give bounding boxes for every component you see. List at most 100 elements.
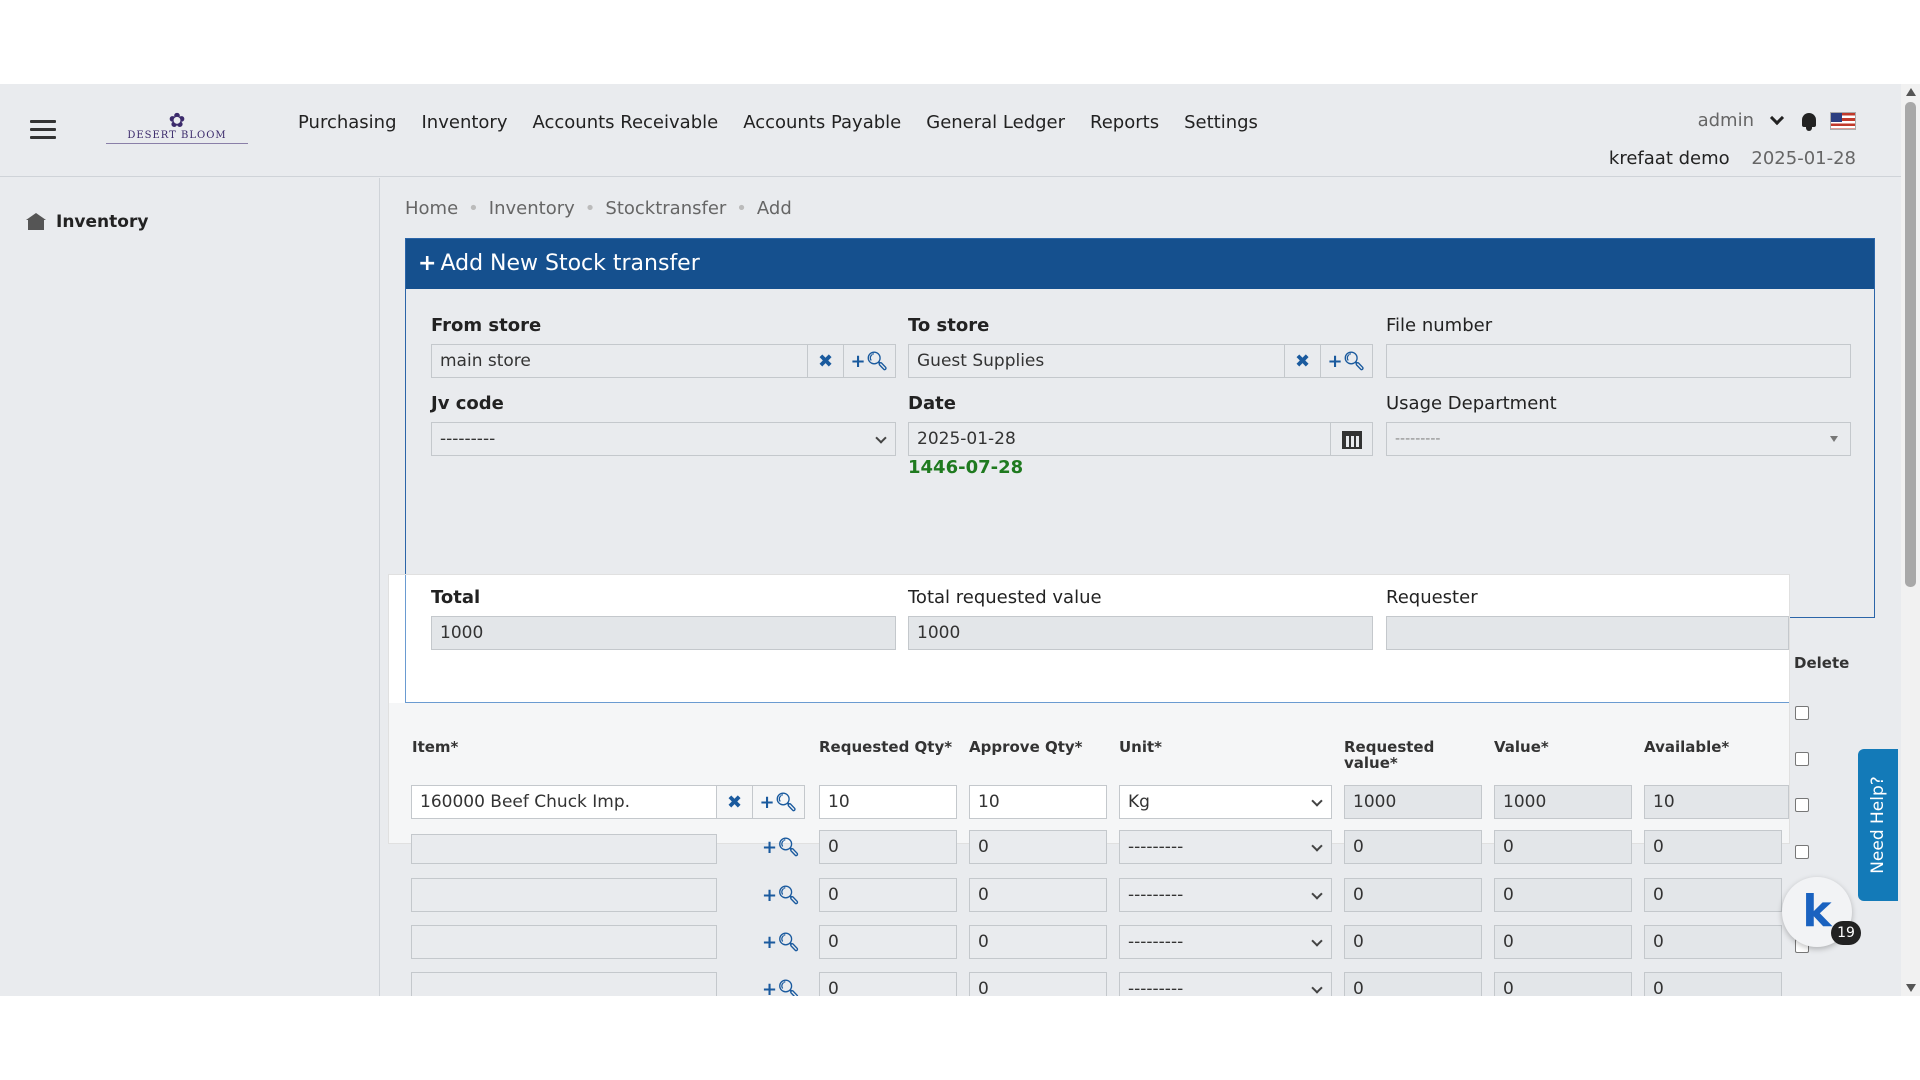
row5-unit-select[interactable]: --------- xyxy=(1119,972,1332,996)
row1-unit-select[interactable]: Kg xyxy=(1119,785,1332,819)
from-store-input[interactable]: main store xyxy=(431,344,808,378)
add-search-icon[interactable]: +🔍︎ xyxy=(755,925,807,959)
requester-input[interactable] xyxy=(1386,616,1789,650)
row5-approve-qty[interactable]: 0 xyxy=(969,972,1107,996)
scroll-down-icon[interactable] xyxy=(1906,984,1916,992)
row3-item-input[interactable] xyxy=(411,878,717,912)
row4-unit-select[interactable]: --------- xyxy=(1119,925,1332,959)
date-value: 2025-01-28 xyxy=(917,429,1016,449)
sidebar: Inventory xyxy=(0,178,380,996)
row3-value[interactable]: 0 xyxy=(1494,878,1632,912)
row2-unit-select[interactable]: --------- xyxy=(1119,830,1332,864)
us-flag-icon[interactable] xyxy=(1830,111,1856,130)
need-help-button[interactable]: Need Help? xyxy=(1858,749,1898,901)
jv-code-field: Jv code --------- xyxy=(431,393,896,456)
user-name[interactable]: admin xyxy=(1698,110,1754,131)
row4-requested-value[interactable]: 0 xyxy=(1344,925,1482,959)
nav-accounts-payable[interactable]: Accounts Payable xyxy=(743,112,901,133)
row5-requested-qty[interactable]: 0 xyxy=(819,972,957,996)
row2-requested-qty[interactable]: 0 xyxy=(819,830,957,864)
breadcrumb-home[interactable]: Home xyxy=(405,198,458,219)
company-name: krefaat demo xyxy=(1608,148,1730,169)
clear-icon[interactable]: ✖ xyxy=(808,344,844,378)
from-store-field: From store main store ✖ +🔍︎ xyxy=(431,315,896,378)
total-requested-value-input[interactable]: 1000 xyxy=(908,616,1373,650)
row3-approve-qty[interactable]: 0 xyxy=(969,878,1107,912)
row3-available[interactable]: 0 xyxy=(1644,878,1782,912)
jv-code-select[interactable]: --------- xyxy=(431,422,896,456)
col-available: Available* xyxy=(1644,738,1730,756)
row4-approve-qty[interactable]: 0 xyxy=(969,925,1107,959)
add-search-icon[interactable]: +🔍︎ xyxy=(1321,344,1373,378)
row5-value[interactable]: 0 xyxy=(1494,972,1632,996)
chevron-down-icon xyxy=(1311,935,1323,947)
row3-requested-value[interactable]: 0 xyxy=(1344,878,1482,912)
total-input[interactable]: 1000 xyxy=(431,616,896,650)
chevron-down-icon xyxy=(1311,840,1323,852)
nav-accounts-receivable[interactable]: Accounts Receivable xyxy=(532,112,718,133)
row4-delete-checkbox[interactable] xyxy=(1795,845,1809,859)
row3-requested-qty[interactable]: 0 xyxy=(819,878,957,912)
company-logo[interactable]: ✿ DESERT BLOOM xyxy=(106,110,248,150)
row3-unit-value: --------- xyxy=(1128,885,1184,905)
add-search-icon[interactable]: +🔍︎ xyxy=(755,878,807,912)
nav-reports[interactable]: Reports xyxy=(1090,112,1159,133)
row2-available[interactable]: 0 xyxy=(1644,830,1782,864)
breadcrumb: Home • Inventory • Stocktransfer • Add xyxy=(405,198,792,219)
row2-value[interactable]: 0 xyxy=(1494,830,1632,864)
scroll-thumb[interactable] xyxy=(1905,102,1916,587)
jv-code-value: --------- xyxy=(440,429,496,449)
row2-item-input[interactable] xyxy=(411,834,717,864)
nav-general-ledger[interactable]: General Ledger xyxy=(926,112,1065,133)
usage-department-value: --------- xyxy=(1395,431,1441,447)
row3-unit-select[interactable]: --------- xyxy=(1119,878,1332,912)
breadcrumb-stocktransfer[interactable]: Stocktransfer xyxy=(605,198,726,219)
usage-department-select[interactable]: --------- xyxy=(1386,422,1851,456)
card-header: + Add New Stock transfer xyxy=(406,239,1874,289)
add-search-icon[interactable]: +🔍︎ xyxy=(753,785,805,819)
sidebar-item-inventory[interactable]: Inventory xyxy=(26,212,148,232)
row1-item-input[interactable]: 160000 Beef Chuck Imp. xyxy=(411,785,717,819)
chevron-down-icon xyxy=(1311,795,1323,807)
row2-requested-value[interactable]: 0 xyxy=(1344,830,1482,864)
date-input[interactable]: 2025-01-28 xyxy=(908,422,1373,456)
row1-requested-qty[interactable]: 10 xyxy=(819,785,957,819)
row1-available[interactable]: 10 xyxy=(1644,785,1789,819)
add-search-icon[interactable]: +🔍︎ xyxy=(844,344,896,378)
file-number-input[interactable] xyxy=(1386,344,1851,378)
row4-available[interactable]: 0 xyxy=(1644,925,1782,959)
nav-purchasing[interactable]: Purchasing xyxy=(298,112,397,133)
nav-settings[interactable]: Settings xyxy=(1184,112,1258,133)
menu-icon[interactable] xyxy=(30,120,56,140)
row2-delete-checkbox[interactable] xyxy=(1795,752,1809,766)
warehouse-icon xyxy=(26,213,46,231)
row4-requested-qty[interactable]: 0 xyxy=(819,925,957,959)
chevron-down-icon xyxy=(1311,888,1323,900)
add-search-icon[interactable]: +🔍︎ xyxy=(755,972,807,997)
clear-icon[interactable]: ✖ xyxy=(1285,344,1321,378)
page-scrollbar[interactable] xyxy=(1901,84,1920,996)
row5-unit-value: --------- xyxy=(1128,979,1184,996)
row1-delete-checkbox[interactable] xyxy=(1795,706,1809,720)
scroll-up-icon[interactable] xyxy=(1906,88,1916,96)
col-item: Item* xyxy=(412,738,459,756)
row5-item-input[interactable] xyxy=(411,972,717,996)
row4-item-input[interactable] xyxy=(411,925,717,959)
clear-icon[interactable]: ✖ xyxy=(717,785,753,819)
row5-available[interactable]: 0 xyxy=(1644,972,1782,996)
add-search-icon[interactable]: +🔍︎ xyxy=(755,830,807,864)
row3-delete-checkbox[interactable] xyxy=(1795,798,1809,812)
nav-inventory[interactable]: Inventory xyxy=(422,112,508,133)
breadcrumb-inventory[interactable]: Inventory xyxy=(489,198,575,219)
col-requested-qty: Requested Qty* xyxy=(819,738,953,756)
row1-value[interactable]: 1000 xyxy=(1494,785,1632,819)
row5-requested-value[interactable]: 0 xyxy=(1344,972,1482,996)
row2-approve-qty[interactable]: 0 xyxy=(969,830,1107,864)
bell-icon[interactable] xyxy=(1800,111,1818,131)
chevron-down-icon[interactable] xyxy=(1769,110,1785,125)
to-store-input[interactable]: Guest Supplies xyxy=(908,344,1285,378)
row1-approve-qty[interactable]: 10 xyxy=(969,785,1107,819)
row1-requested-value[interactable]: 1000 xyxy=(1344,785,1482,819)
calendar-icon[interactable] xyxy=(1330,423,1372,455)
row4-value[interactable]: 0 xyxy=(1494,925,1632,959)
